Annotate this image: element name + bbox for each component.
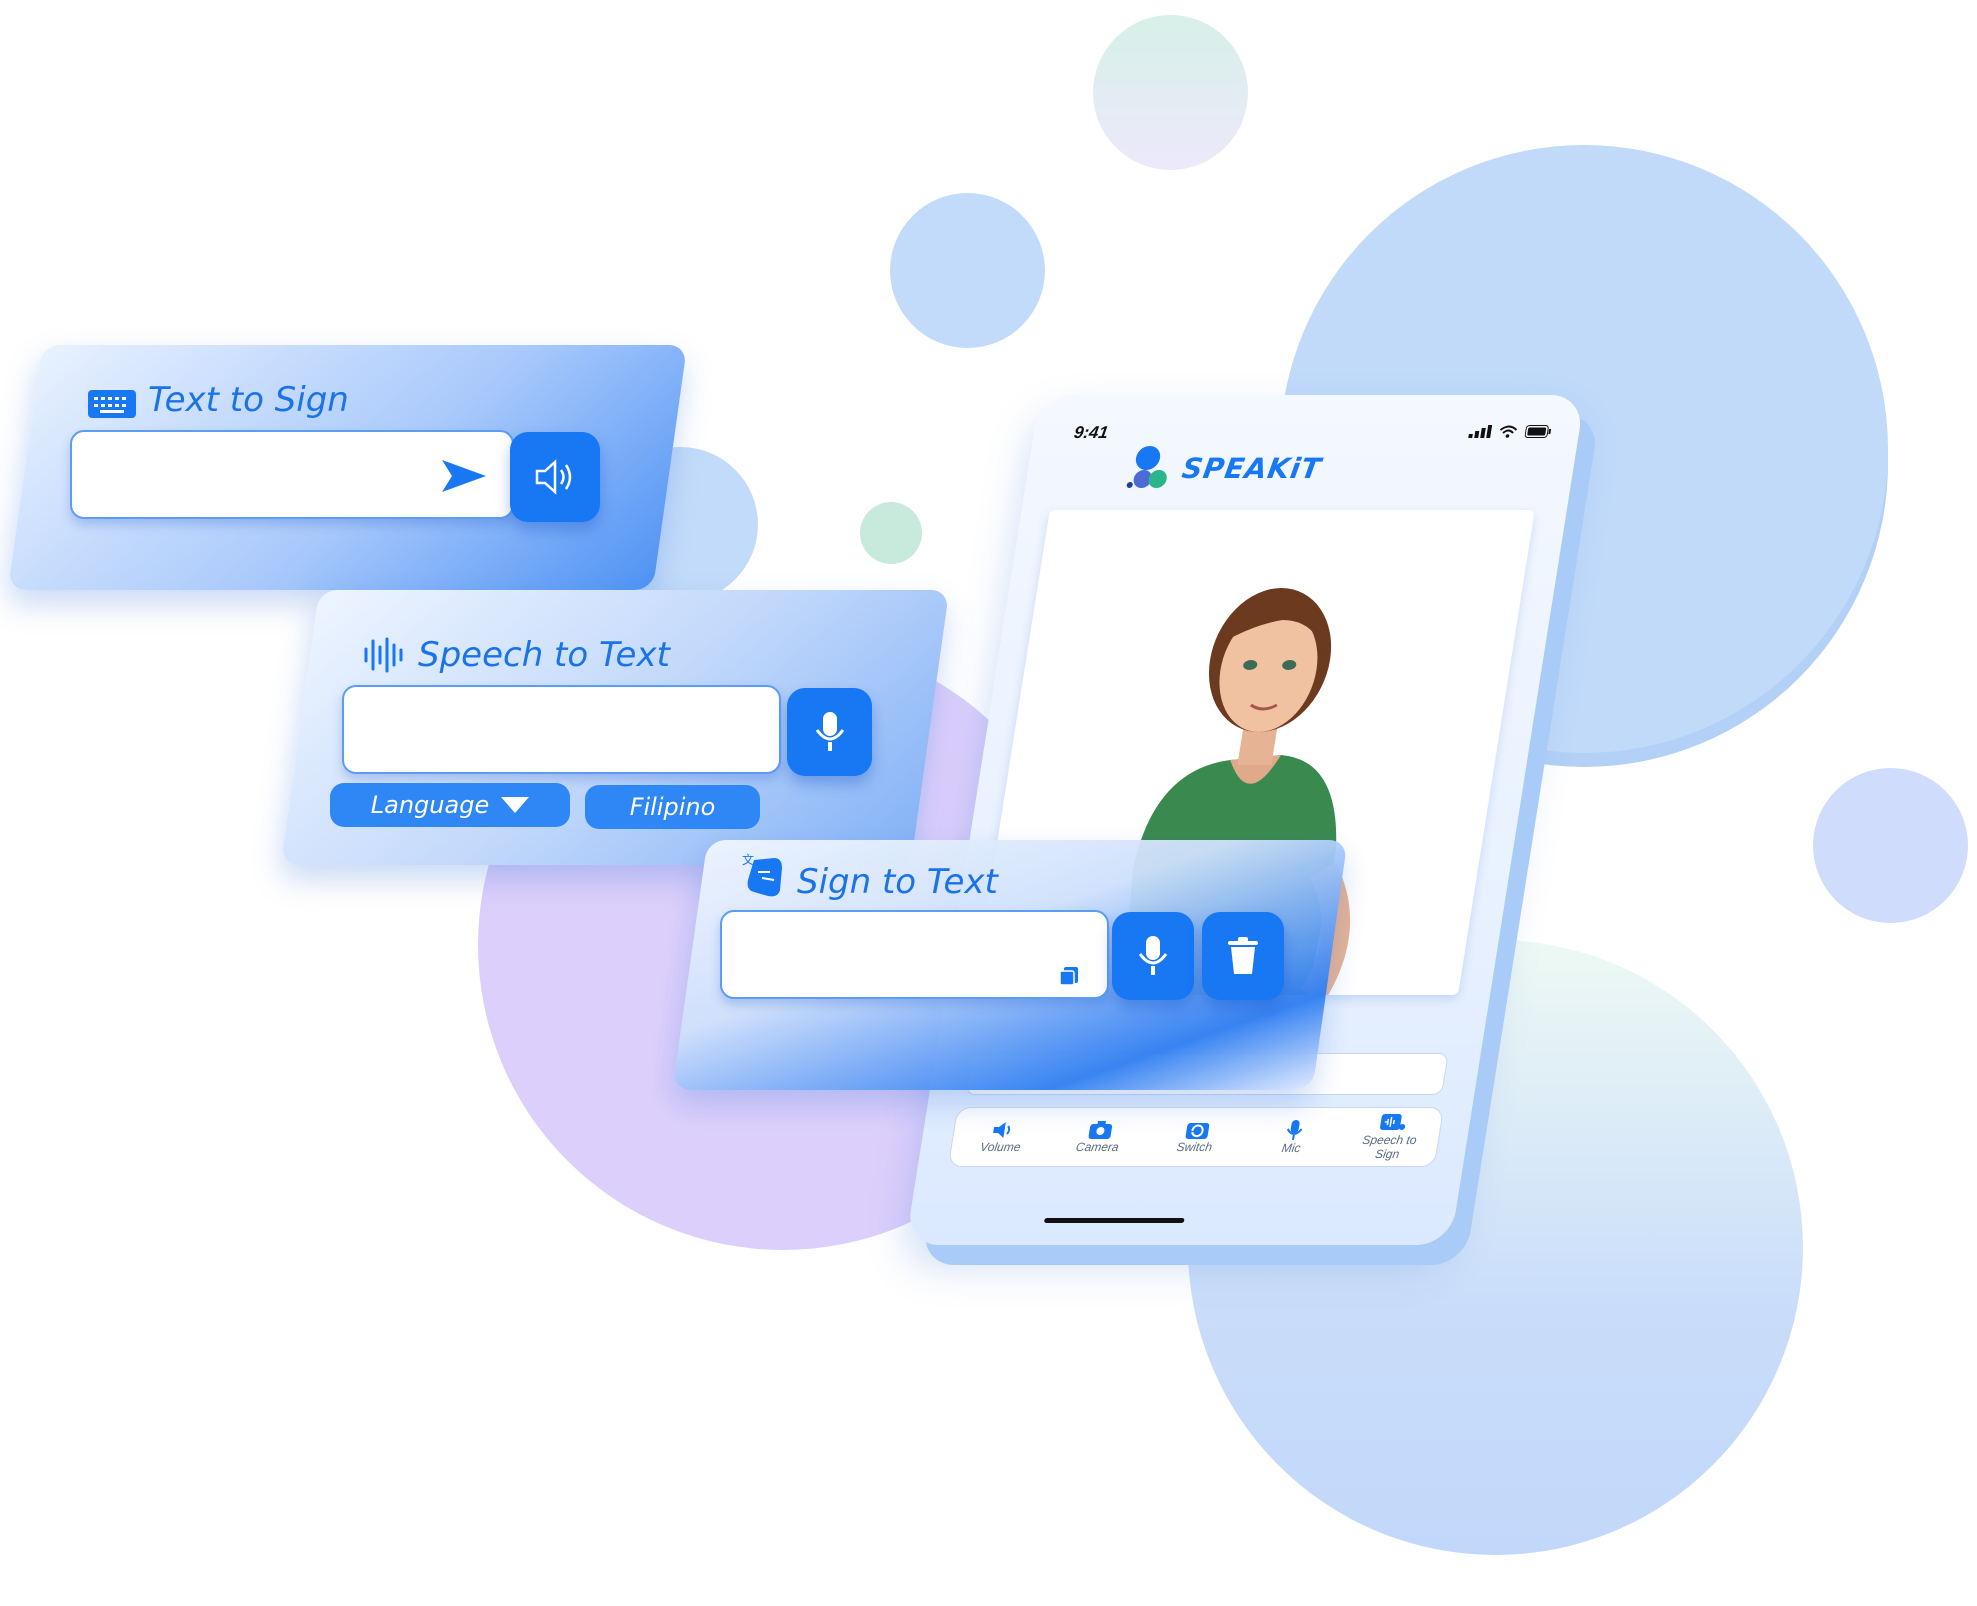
language-value: Filipino [629,793,716,821]
language-dropdown[interactable]: Language [330,783,570,827]
home-indicator [1043,1218,1185,1223]
microphone-icon [1286,1120,1302,1140]
nav-mic-label: Mic [1280,1141,1302,1155]
speaker-icon [535,459,572,495]
sign-language-icon: 文 [742,852,782,897]
switch-camera-icon [1185,1123,1209,1139]
waveform-icon [364,637,403,673]
nav-speech-to-sign-label: Speech to Sign [1361,1133,1418,1161]
bubble-green-dot [860,502,922,564]
nav-volume[interactable]: Volume [964,1120,1039,1154]
microphone-icon [1138,936,1168,975]
speech-to-text-output[interactable] [342,685,781,774]
app-logo-icon [1126,446,1167,488]
nav-camera[interactable]: Camera [1061,1120,1136,1154]
bubble-far-right [1813,768,1968,923]
nav-volume-label: Volume [979,1140,1022,1154]
copy-icon[interactable] [1058,965,1080,987]
speech-to-sign-icon [1379,1114,1405,1130]
sign-mic-button[interactable] [1112,912,1194,1000]
speech-mic-button[interactable] [787,688,872,776]
microphone-icon [815,712,844,751]
nav-mic[interactable]: Mic [1255,1119,1331,1155]
bubble-top-small [1093,15,1248,170]
caret-down-icon [501,797,530,813]
app-name: SPEAKiT [1179,451,1324,485]
volume-icon [992,1122,1010,1138]
delete-button[interactable] [1202,912,1284,1000]
language-value-button[interactable]: Filipino [585,785,760,829]
camera-icon [1088,1121,1112,1139]
svg-text:文: 文 [742,852,754,867]
speech-to-text-title: Speech to Text [418,635,670,675]
nav-switch-label: Switch [1175,1140,1214,1154]
battery-icon [1524,425,1552,438]
sign-to-text-title: Sign to Text [797,862,998,902]
trash-icon [1228,937,1258,974]
text-to-sign-title: Text to Sign [148,380,349,420]
nav-speech-to-sign[interactable]: Speech to Sign [1351,1113,1429,1161]
status-time: 9:41 [1072,423,1110,442]
sign-to-text-output[interactable] [720,910,1109,999]
send-icon[interactable] [440,458,488,494]
wifi-icon [1499,425,1518,438]
status-icons [1468,425,1552,438]
speak-button[interactable] [510,432,600,522]
app-header: SPEAKiT [1125,445,1325,491]
language-label: Language [370,791,490,819]
nav-switch[interactable]: Switch [1158,1120,1233,1154]
signal-icon [1468,425,1493,438]
nav-camera-label: Camera [1074,1140,1120,1154]
phone-nav-bar: Volume Camera Switch Mic Speech to Sign [947,1107,1445,1167]
keyboard-icon [88,390,136,418]
bubble-mid-small [890,193,1045,348]
